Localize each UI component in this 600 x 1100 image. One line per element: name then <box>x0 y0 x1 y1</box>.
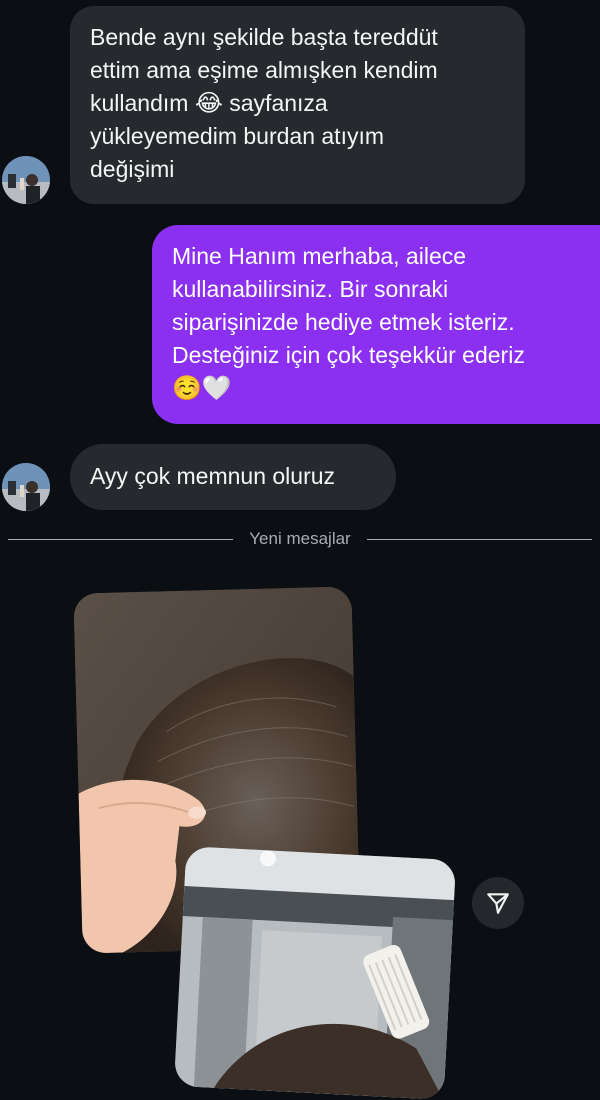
divider-line <box>8 538 234 540</box>
message-text: Ayy çok memnun oluruz <box>90 463 336 489</box>
incoming-message-bubble[interactable]: Ayy çok memnun oluruz <box>70 444 396 510</box>
message-line: ettim ama eşime almışken kendim <box>90 57 438 83</box>
avatar-photo-icon <box>2 156 50 204</box>
mirror-photo-image <box>173 846 457 1100</box>
message-line: kullandım 😂 sayfanıza <box>90 89 328 117</box>
tears-of-joy-emoji: 😂 <box>194 89 223 117</box>
avatar[interactable] <box>2 156 50 204</box>
message-line: siparişinizde hediye etmek isteriz. <box>172 309 515 335</box>
incoming-message-bubble[interactable]: Bende aynı şekilde başta tereddüt ettim … <box>70 6 525 204</box>
shared-photo[interactable] <box>173 846 457 1100</box>
message-line: yükleyemedim burdan atıyım <box>90 123 385 149</box>
new-messages-divider: Yeni mesajlar <box>8 527 592 551</box>
message-line: Mine Hanım merhaba, ailece <box>172 243 467 269</box>
divider-line <box>366 538 592 540</box>
divider-label: Yeni mesajlar <box>249 529 351 548</box>
paper-plane-icon <box>487 893 509 914</box>
message-line: Bende aynı şekilde başta tereddüt <box>90 24 438 50</box>
smiling-heart-emojis: ☺️🤍 <box>172 374 232 402</box>
avatar-photo-icon <box>2 463 50 511</box>
message-line: ☺️🤍 <box>172 372 580 405</box>
message-line: kullanabilirsiniz. Bir sonraki <box>172 276 449 302</box>
avatar[interactable] <box>2 463 50 511</box>
message-line: Desteğiniz için çok teşekkür ederiz <box>172 342 525 368</box>
message-line: değişimi <box>90 156 175 182</box>
outgoing-message-bubble[interactable]: Mine Hanım merhaba, ailece kullanabilirs… <box>152 225 600 424</box>
share-button[interactable] <box>472 877 524 929</box>
